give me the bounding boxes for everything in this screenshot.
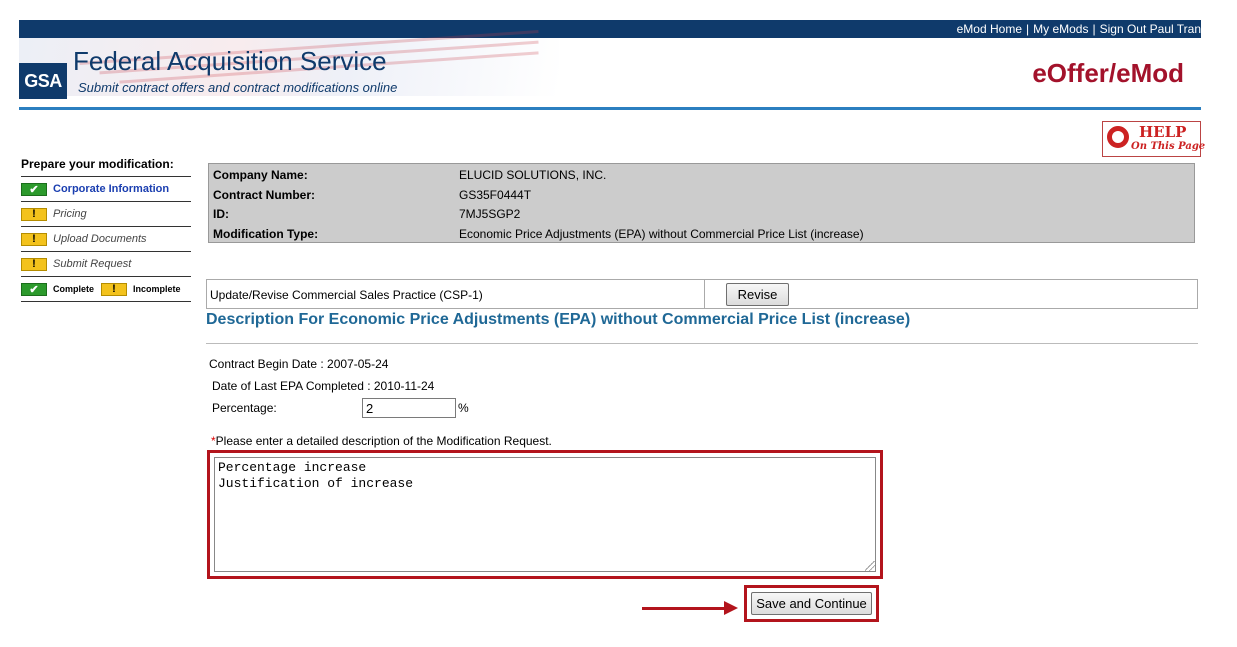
percent-sign: %	[458, 401, 469, 415]
top-nav-links: eMod Home | My eMods | Sign Out Paul Tran	[957, 22, 1201, 36]
site-title: Federal Acquisition Service	[73, 46, 387, 76]
help-title: HELP	[1139, 123, 1187, 141]
site-header: GSA Federal Acquisition Service Submit c…	[19, 29, 1201, 108]
modification-type-label: Modification Type:	[213, 227, 319, 241]
csp-divider	[704, 280, 705, 308]
csp-row: Update/Revise Commercial Sales Practice …	[206, 279, 1198, 309]
last-epa-date: Date of Last EPA Completed : 2010-11-24	[212, 379, 435, 393]
help-button[interactable]: HELP On This Page	[1102, 121, 1205, 157]
sidebar-item-pricing: ! Pricing	[21, 201, 191, 226]
modification-type-value: Economic Price Adjustments (EPA) without…	[459, 227, 864, 241]
sidebar-item-label: Submit Request	[53, 258, 132, 270]
sidebar-item-submit-request: ! Submit Request	[21, 251, 191, 276]
sidebar-item-label[interactable]: Corporate Information	[53, 183, 169, 195]
sidebar: Prepare your modification: ✔ Corporate I…	[21, 157, 191, 302]
exclamation-icon: !	[21, 232, 47, 246]
check-icon: ✔	[21, 282, 47, 296]
gsa-logo[interactable]: GSA	[19, 63, 67, 99]
legend-complete: Complete	[53, 284, 95, 294]
emod-home-link[interactable]: eMod Home	[957, 22, 1022, 36]
lifebuoy-icon	[1107, 126, 1129, 148]
contract-value: GS35F0444T	[459, 188, 532, 202]
header-divider	[19, 107, 1201, 110]
arrowhead-icon	[724, 601, 738, 615]
sidebar-item-label: Pricing	[53, 208, 87, 220]
site-subtitle: Submit contract offers and contract modi…	[78, 80, 398, 95]
revise-button[interactable]: Revise	[726, 283, 789, 306]
app-name: eOffer/eMod	[1032, 58, 1184, 88]
sidebar-item-label: Upload Documents	[53, 233, 147, 245]
contract-label: Contract Number:	[213, 188, 316, 202]
description-title: Description For Economic Price Adjustmen…	[206, 311, 911, 328]
company-label: Company Name:	[213, 168, 308, 182]
contract-begin-date: Contract Begin Date : 2007-05-24	[209, 357, 389, 371]
modification-description-textarea[interactable]	[214, 457, 876, 572]
exclamation-icon: !	[21, 257, 47, 271]
exclamation-icon: !	[101, 282, 128, 296]
save-and-continue-button[interactable]: Save and Continue	[751, 592, 872, 615]
help-subtitle: On This Page	[1131, 141, 1206, 152]
id-value: 7MJ5SGP2	[459, 207, 521, 221]
top-nav-bar: eMod Home | My eMods | Sign Out Paul Tran	[19, 20, 1201, 38]
company-value: ELUCID SOLUTIONS, INC.	[459, 168, 607, 182]
sign-out-link[interactable]: Sign Out Paul Tran	[1100, 22, 1201, 36]
nav-separator: |	[1092, 22, 1096, 36]
instruction-text: *Please enter a detailed description of …	[211, 434, 552, 448]
section-divider	[206, 343, 1198, 344]
instruction-label: Please enter a detailed description of t…	[215, 434, 552, 448]
exclamation-icon: !	[21, 207, 47, 221]
status-legend: ✔ Complete ! Incomplete	[21, 276, 191, 302]
sidebar-title: Prepare your modification:	[21, 157, 174, 171]
legend-incomplete: Incomplete	[133, 284, 181, 294]
resize-grip-icon[interactable]	[865, 561, 875, 571]
arrow-icon	[642, 607, 726, 610]
id-label: ID:	[213, 207, 229, 221]
sidebar-item-upload-documents: ! Upload Documents	[21, 226, 191, 251]
sidebar-item-corporate-information[interactable]: ✔ Corporate Information	[21, 176, 191, 201]
percentage-label: Percentage:	[212, 401, 277, 415]
contract-info-panel: Company Name: ELUCID SOLUTIONS, INC. Con…	[208, 163, 1195, 243]
percentage-input[interactable]	[362, 398, 456, 418]
check-icon: ✔	[21, 182, 47, 196]
csp-label: Update/Revise Commercial Sales Practice …	[210, 288, 483, 302]
my-emods-link[interactable]: My eMods	[1033, 22, 1088, 36]
nav-separator: |	[1026, 22, 1030, 36]
